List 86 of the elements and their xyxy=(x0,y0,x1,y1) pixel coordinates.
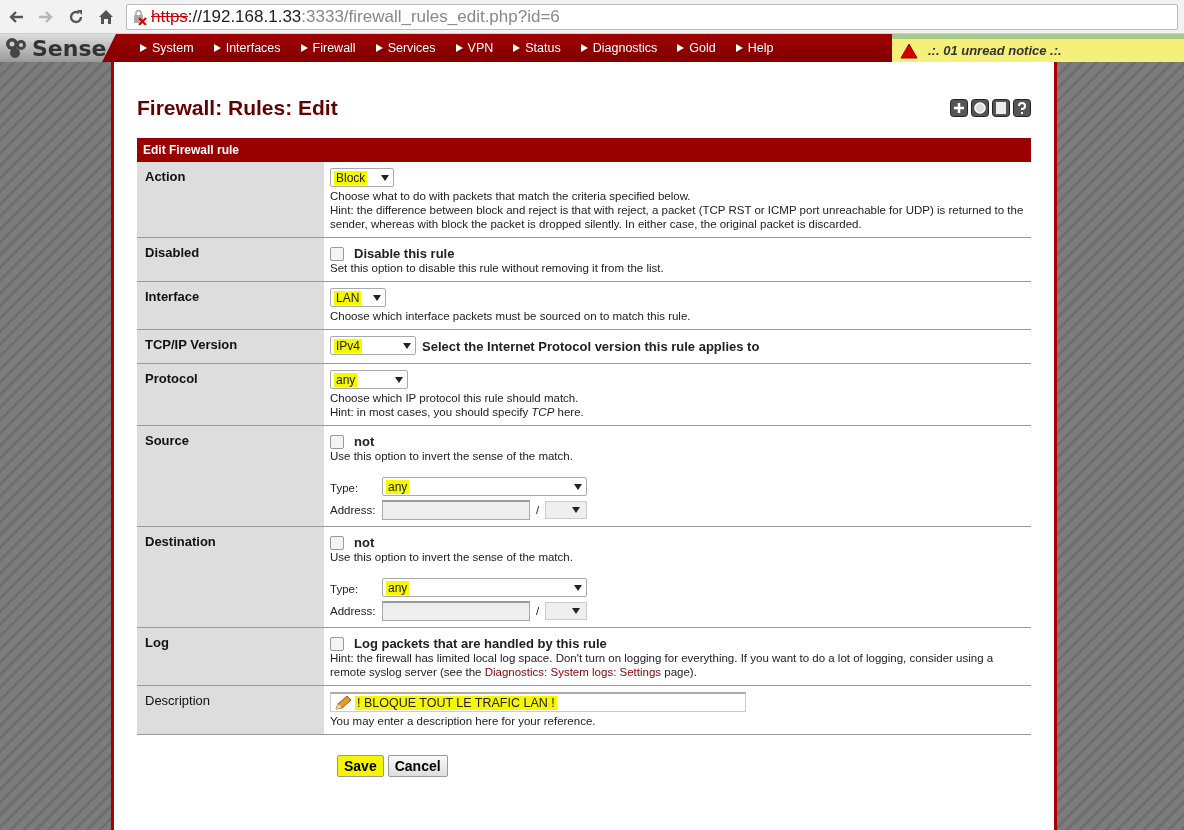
field-label: Protocol xyxy=(137,364,324,425)
dropdown-arrow-icon xyxy=(403,342,411,349)
caret-icon xyxy=(513,44,521,52)
dropdown-arrow-icon xyxy=(574,483,583,490)
caret-icon xyxy=(213,44,221,52)
checkbox[interactable] xyxy=(330,535,344,550)
list-icon[interactable] xyxy=(992,99,1010,117)
menu-item[interactable]: Gold xyxy=(667,41,726,55)
help-text: Choose what to do with packets that match the criteria specified below. xyxy=(330,189,691,203)
page-title: Firewall: Rules: Edit xyxy=(137,96,338,120)
caret-icon xyxy=(455,44,463,52)
checkbox[interactable] xyxy=(330,246,344,261)
help-text: Hint: the firewall has limited local log space. Don't turn on logging for everything. If you want to do a lot of logging, consider using a remote syslog server (see the Diagnostics: System logs: Settings page). xyxy=(330,651,995,679)
caret-icon xyxy=(140,44,147,52)
help-text: Hint: in most cases, you should specify TCP here. xyxy=(330,405,584,419)
pencil-icon xyxy=(334,694,352,711)
select-field[interactable]: Block xyxy=(330,168,394,187)
select-field[interactable]: IPv4 xyxy=(330,336,416,355)
help-text: Set this option to disable this rule without removing it from the list. xyxy=(330,261,664,275)
type-label: Type: xyxy=(330,481,360,494)
menu-item[interactable]: Help xyxy=(725,41,784,55)
separator-text: / xyxy=(536,605,540,617)
help-text: You may enter a description here for your reference. xyxy=(330,714,596,728)
save-button[interactable]: Save xyxy=(337,755,384,777)
dropdown-arrow-icon xyxy=(395,376,403,383)
address-input[interactable] xyxy=(382,500,530,520)
checkbox-label: Disable this rule xyxy=(354,246,455,261)
checkbox[interactable] xyxy=(330,636,344,651)
settings-link[interactable]: Diagnostics: System logs: Settings xyxy=(484,666,662,678)
caret-icon xyxy=(375,44,383,52)
help-text: Choose which interface packets must be sourced on to match this rule. xyxy=(330,309,691,323)
menu-item[interactable]: Firewall xyxy=(290,41,366,55)
mask-select[interactable] xyxy=(545,602,588,620)
caret-icon xyxy=(580,44,588,52)
dropdown-arrow-icon xyxy=(572,608,581,614)
caret-icon xyxy=(300,44,308,52)
gear-icon[interactable] xyxy=(971,99,989,117)
logo: Sense xyxy=(0,34,116,62)
help-icon[interactable] xyxy=(1013,99,1031,117)
select-field[interactable]: any xyxy=(382,477,588,496)
address-bar[interactable]: https://192.168.1.33:3333/firewall_rules_edit.php?id=6 xyxy=(126,3,1178,30)
dropdown-arrow-icon xyxy=(574,584,583,591)
help-text: Hint: the difference between block and reject is that with reject, a packet (TCP RST or ICMP port unreachable for UDP) is returned to the sender, whereas with block the packet is dropped silently. In either case, the original packet is discarded. xyxy=(330,203,1025,231)
field-label: Destination xyxy=(137,527,324,627)
field-label: Action xyxy=(137,162,324,237)
address-label: Address: xyxy=(330,504,377,516)
menu-item[interactable]: VPN xyxy=(445,41,504,55)
version-note: Select the Internet Protocol version this rule applies to xyxy=(422,339,760,354)
checkbox[interactable] xyxy=(330,434,344,449)
select-field[interactable]: any xyxy=(330,370,408,389)
select-field[interactable]: LAN xyxy=(330,288,386,307)
help-text: Use this option to invert the sense of the match. xyxy=(330,550,573,564)
help-text: Use this option to invert the sense of the match. xyxy=(330,449,573,463)
mask-select[interactable] xyxy=(545,501,588,519)
select-field[interactable]: any xyxy=(382,578,588,597)
notice-bar[interactable]: .:. 01 unread notice .:. xyxy=(892,34,1184,62)
separator-text: / xyxy=(536,504,540,516)
dropdown-arrow-icon xyxy=(572,507,581,513)
plus-icon[interactable] xyxy=(950,99,968,117)
checkbox-label: not xyxy=(354,434,375,449)
field-label: Disabled xyxy=(137,238,324,281)
field-label: Log xyxy=(137,628,324,685)
field-label: Source xyxy=(137,426,324,526)
description-field[interactable]: ! BLOQUE TOUT LE TRAFIC LAN ! xyxy=(330,692,746,712)
field-label: TCP/IP Version xyxy=(137,330,324,363)
menu-item[interactable]: Status xyxy=(503,41,571,55)
menu-item[interactable]: System xyxy=(130,41,204,55)
warning-icon xyxy=(900,42,918,59)
cancel-button[interactable]: Cancel xyxy=(387,755,448,777)
checkbox-label: not xyxy=(354,535,375,550)
menu-item[interactable]: Interfaces xyxy=(203,41,291,55)
caret-icon xyxy=(677,44,685,52)
caret-icon xyxy=(735,44,743,52)
dropdown-arrow-icon xyxy=(373,294,381,301)
address-label: Address: xyxy=(330,605,377,617)
field-label: Interface xyxy=(137,282,324,329)
field-label: Description xyxy=(137,686,324,734)
menu-item[interactable]: Services xyxy=(365,41,446,55)
help-text: Choose which IP protocol this rule should match. xyxy=(330,391,579,405)
checkbox-label: Log packets that are handled by this rule xyxy=(354,636,607,651)
insecure-lock-icon xyxy=(133,8,147,25)
menu-item[interactable]: Diagnostics xyxy=(570,41,668,55)
dropdown-arrow-icon xyxy=(381,174,389,181)
type-label: Type: xyxy=(330,582,360,595)
address-input[interactable] xyxy=(382,601,530,621)
section-header: Edit Firewall rule xyxy=(137,138,1031,162)
